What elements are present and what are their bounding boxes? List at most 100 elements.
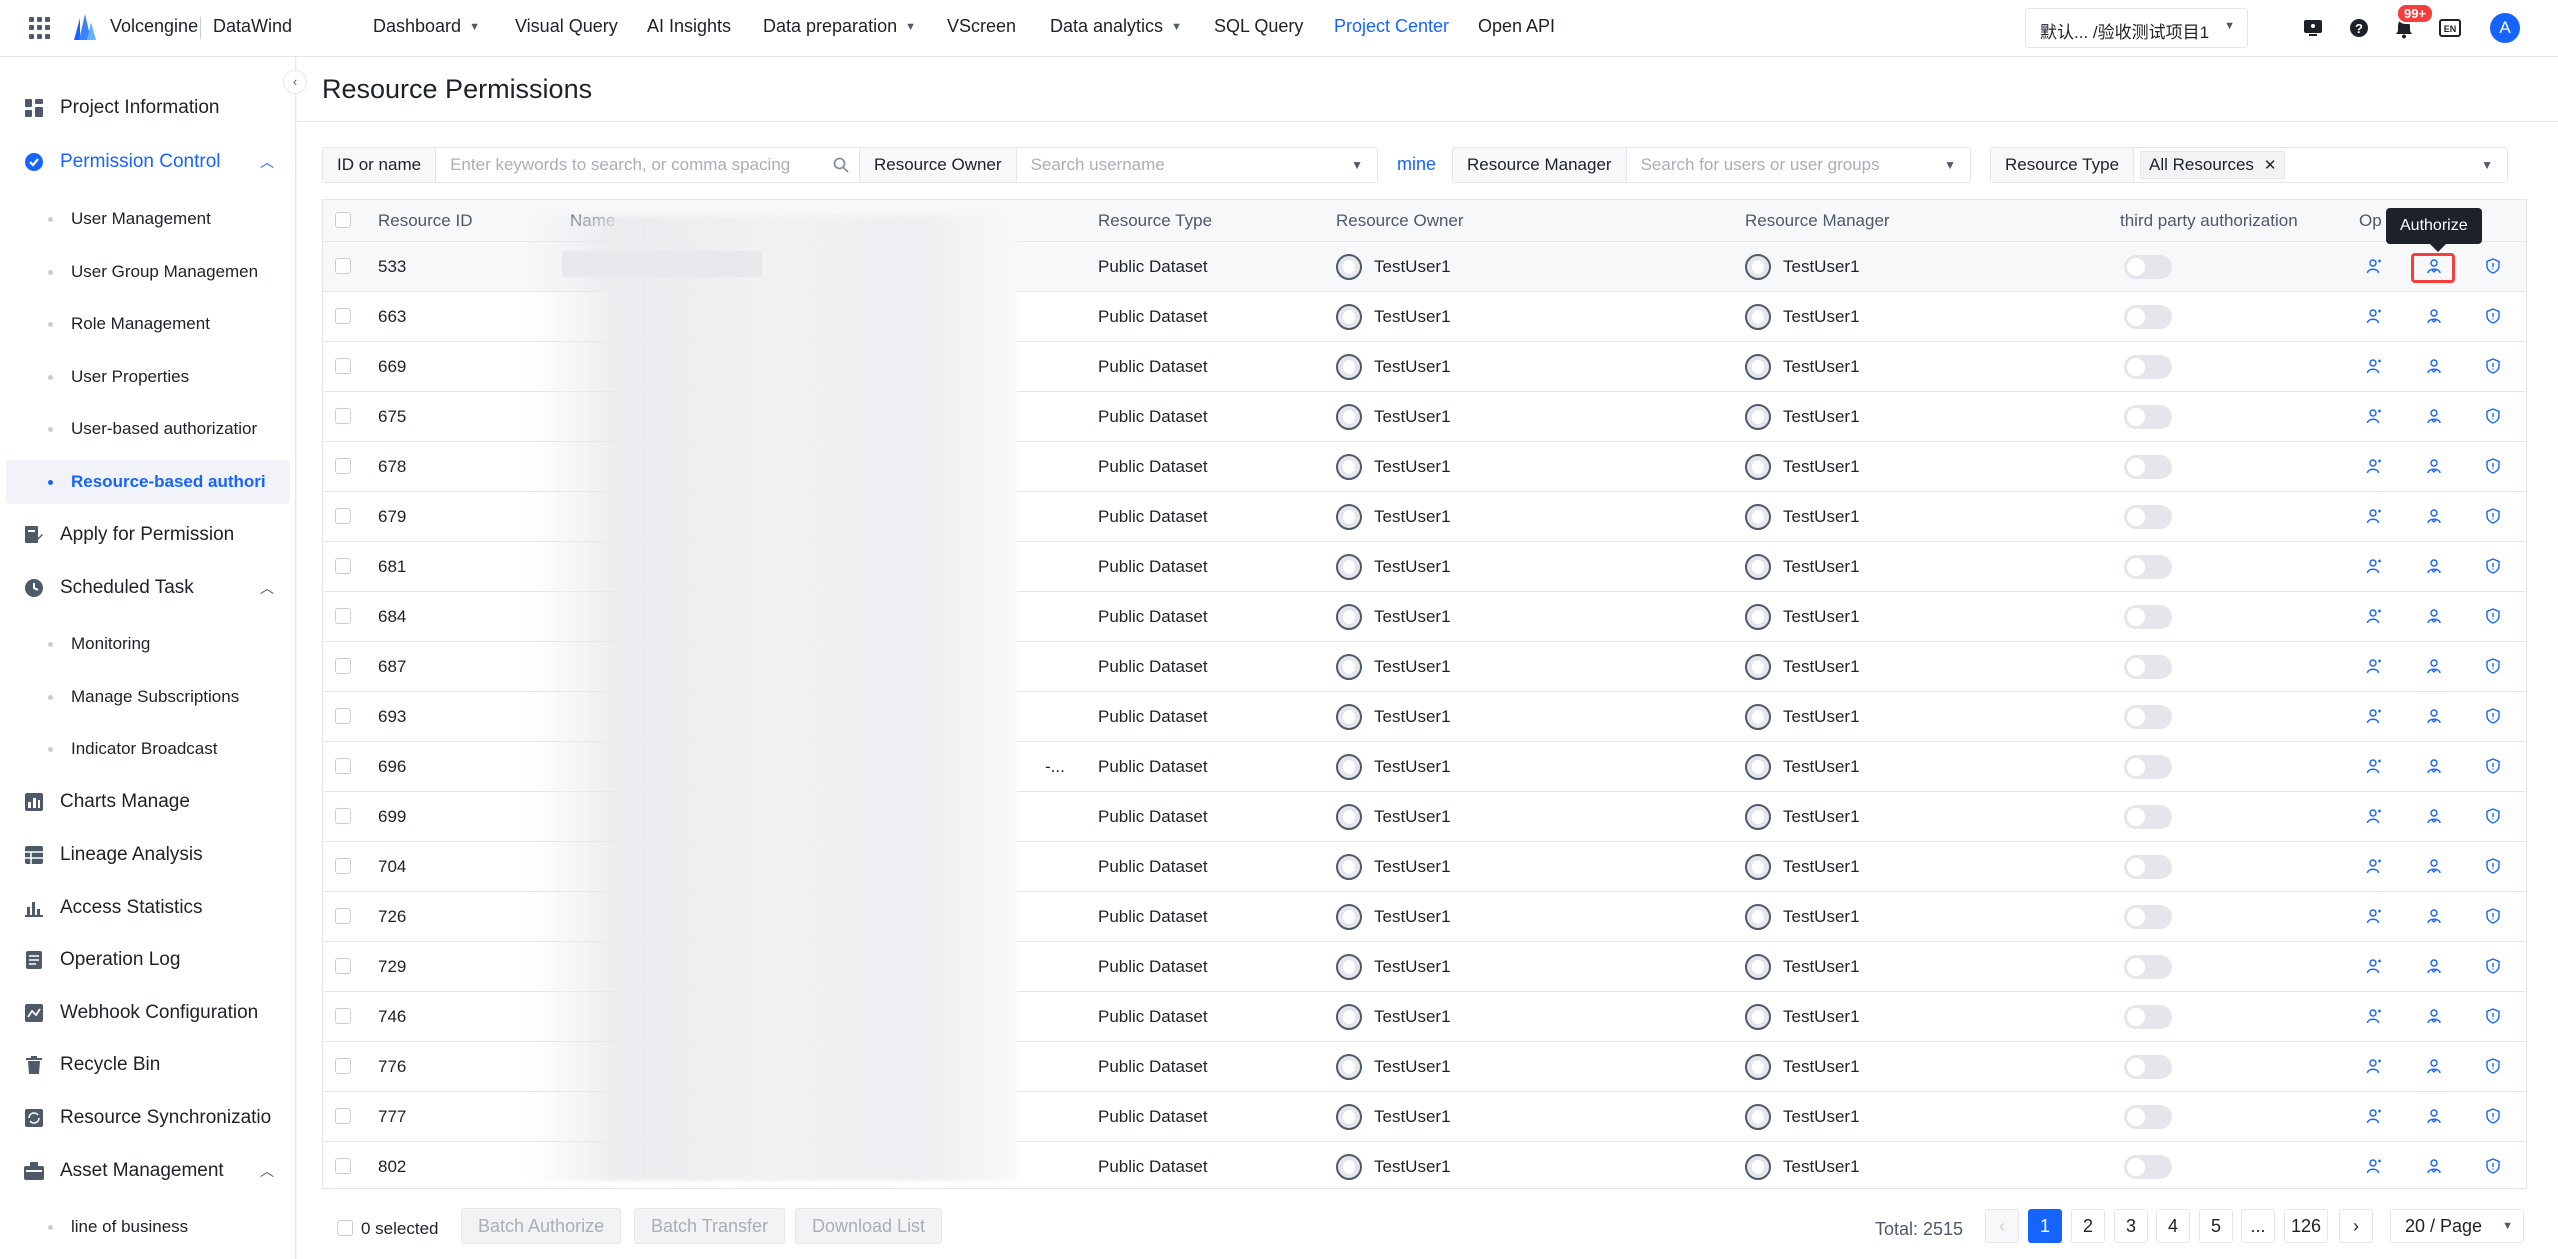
shield-icon[interactable]: [2483, 356, 2503, 376]
third-party-authorization-toggle[interactable]: [2124, 505, 2172, 529]
third-party-authorization-toggle[interactable]: [2124, 955, 2172, 979]
transfer-user-icon[interactable]: [2364, 556, 2384, 576]
transfer-user-icon[interactable]: [2364, 606, 2384, 626]
transfer-user-icon[interactable]: [2364, 306, 2384, 326]
user-avatar[interactable]: A: [2490, 13, 2520, 43]
page-1[interactable]: 1: [2028, 1209, 2062, 1243]
shield-icon[interactable]: [2483, 1156, 2503, 1176]
authorize-icon[interactable]: [2424, 906, 2444, 926]
nav-visual-query[interactable]: Visual Query: [515, 16, 618, 37]
sidebar-item-apply-for-permission[interactable]: Apply for Permission: [0, 513, 290, 557]
authorize-icon[interactable]: [2424, 306, 2444, 326]
sidebar-item-permission-control[interactable]: Permission Control ︿: [0, 140, 290, 184]
prev-page-button[interactable]: ‹: [1985, 1209, 2019, 1243]
third-party-authorization-toggle[interactable]: [2124, 1005, 2172, 1029]
shield-icon[interactable]: [2483, 306, 2503, 326]
sidebar-item-asset-management[interactable]: Asset Management ︿: [0, 1149, 290, 1193]
authorize-icon[interactable]: [2424, 506, 2444, 526]
third-party-authorization-toggle[interactable]: [2124, 605, 2172, 629]
page-126[interactable]: 126: [2284, 1209, 2328, 1243]
table-row[interactable]: 663 Public Dataset TestUser1 TestUser1: [323, 292, 2526, 342]
table-row[interactable]: 704 Public Dataset TestUser1 TestUser1: [323, 842, 2526, 892]
sidebar-item-resource-based-authorization[interactable]: Resource-based authori: [6, 460, 290, 504]
transfer-user-icon[interactable]: [2364, 456, 2384, 476]
sidebar-item-role-management[interactable]: Role Management: [0, 302, 290, 346]
third-party-authorization-toggle[interactable]: [2124, 855, 2172, 879]
shield-icon[interactable]: [2483, 256, 2503, 276]
resource-type-filter[interactable]: Resource Type All Resources ✕ ▼: [1990, 147, 2508, 183]
transfer-user-icon[interactable]: [2364, 506, 2384, 526]
row-checkbox[interactable]: [335, 908, 351, 924]
shield-icon[interactable]: [2483, 1006, 2503, 1026]
sidebar-item-resource-synchronization[interactable]: Resource Synchronizatio: [0, 1096, 290, 1140]
owner-search-input[interactable]: Search username: [1017, 155, 1352, 175]
nav-dashboard[interactable]: Dashboard ▼: [373, 16, 480, 37]
table-row[interactable]: 675 Public Dataset TestUser1 TestUser1: [323, 392, 2526, 442]
shield-icon[interactable]: [2483, 506, 2503, 526]
authorize-icon[interactable]: [2424, 1006, 2444, 1026]
table-row[interactable]: 684 Public Dataset TestUser1 TestUser1: [323, 592, 2526, 642]
sidebar-item-user-properties[interactable]: User Properties: [0, 355, 290, 399]
authorize-icon[interactable]: [2424, 1056, 2444, 1076]
row-checkbox[interactable]: [335, 558, 351, 574]
language-icon[interactable]: EN: [2436, 14, 2464, 42]
shield-icon[interactable]: [2483, 906, 2503, 926]
row-checkbox[interactable]: [335, 258, 351, 274]
row-checkbox[interactable]: [335, 358, 351, 374]
row-checkbox[interactable]: [335, 1158, 351, 1174]
sidebar-item-access-statistics[interactable]: Access Statistics: [0, 886, 290, 930]
transfer-user-icon[interactable]: [2364, 906, 2384, 926]
transfer-user-icon[interactable]: [2364, 706, 2384, 726]
transfer-user-icon[interactable]: [2364, 806, 2384, 826]
table-row[interactable]: 669 Public Dataset TestUser1 TestUser1: [323, 342, 2526, 392]
table-row[interactable]: 679 Public Dataset TestUser1 TestUser1: [323, 492, 2526, 542]
table-row[interactable]: 678 Public Dataset TestUser1 TestUser1: [323, 442, 2526, 492]
third-party-authorization-toggle[interactable]: [2124, 755, 2172, 779]
table-row[interactable]: 777 Public Dataset TestUser1 TestUser1: [323, 1092, 2526, 1142]
page-ellipsis[interactable]: ...: [2241, 1209, 2275, 1243]
authorize-icon[interactable]: [2424, 456, 2444, 476]
row-checkbox[interactable]: [335, 958, 351, 974]
table-row[interactable]: 729 Public Dataset TestUser1 TestUser1: [323, 942, 2526, 992]
transfer-user-icon[interactable]: [2364, 256, 2384, 276]
app-launcher-icon[interactable]: [29, 17, 51, 39]
page-2[interactable]: 2: [2071, 1209, 2105, 1243]
row-checkbox[interactable]: [335, 758, 351, 774]
third-party-authorization-toggle[interactable]: [2124, 1155, 2172, 1179]
shield-icon[interactable]: [2483, 1106, 2503, 1126]
table-row[interactable]: 533 Public Dataset TestUser1 TestUser1: [323, 242, 2526, 292]
row-checkbox[interactable]: [335, 408, 351, 424]
transfer-user-icon[interactable]: [2364, 1056, 2384, 1076]
sidebar-item-scheduled-task[interactable]: Scheduled Task ︿: [0, 566, 290, 610]
authorize-icon[interactable]: [2424, 406, 2444, 426]
shield-icon[interactable]: [2483, 656, 2503, 676]
row-checkbox[interactable]: [335, 1108, 351, 1124]
shield-icon[interactable]: [2483, 606, 2503, 626]
third-party-authorization-toggle[interactable]: [2124, 405, 2172, 429]
third-party-authorization-toggle[interactable]: [2124, 905, 2172, 929]
transfer-user-icon[interactable]: [2364, 756, 2384, 776]
authorize-icon[interactable]: [2424, 956, 2444, 976]
row-checkbox[interactable]: [335, 508, 351, 524]
sidebar-item-charts-manage[interactable]: Charts Manage: [0, 780, 290, 824]
batch-authorize-button[interactable]: Batch Authorize: [461, 1208, 622, 1244]
row-checkbox[interactable]: [335, 1008, 351, 1024]
page-5[interactable]: 5: [2199, 1209, 2233, 1243]
third-party-authorization-toggle[interactable]: [2124, 705, 2172, 729]
nav-data-analytics[interactable]: Data analytics ▼: [1050, 16, 1182, 37]
next-page-button[interactable]: ›: [2339, 1209, 2373, 1243]
sidebar-item-webhook-configuration[interactable]: Webhook Configuration: [0, 991, 290, 1035]
batch-transfer-button[interactable]: Batch Transfer: [634, 1208, 786, 1244]
authorize-icon[interactable]: [2424, 1156, 2444, 1176]
sidebar-item-recycle-bin[interactable]: Recycle Bin: [0, 1043, 290, 1087]
row-checkbox[interactable]: [335, 658, 351, 674]
help-icon[interactable]: ?: [2345, 14, 2373, 42]
shield-icon[interactable]: [2483, 406, 2503, 426]
shield-icon[interactable]: [2483, 856, 2503, 876]
page-size-select[interactable]: 20 / Page ▼: [2390, 1209, 2524, 1243]
sidebar-item-lineage-analysis[interactable]: Lineage Analysis: [0, 833, 290, 877]
close-icon[interactable]: ✕: [2264, 156, 2277, 174]
transfer-user-icon[interactable]: [2364, 656, 2384, 676]
row-checkbox[interactable]: [335, 708, 351, 724]
nav-project-center[interactable]: Project Center: [1334, 16, 1449, 37]
